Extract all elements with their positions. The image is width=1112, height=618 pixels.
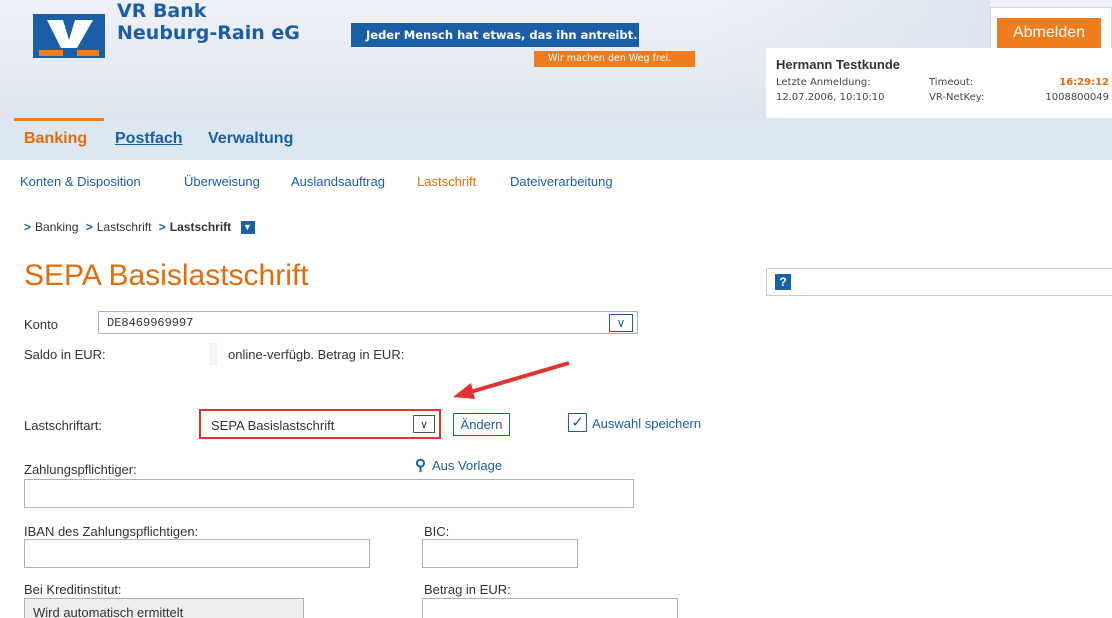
tab-postfach[interactable]: Postfach bbox=[115, 130, 183, 148]
last-login-label: Letzte Anmeldung: bbox=[776, 77, 871, 88]
user-name: Hermann Testkunde bbox=[776, 57, 901, 72]
kreditinstitut-field: Wird automatisch ermittelt bbox=[24, 598, 304, 618]
vr-bank-logo bbox=[33, 14, 105, 58]
iban-label: IBAN des Zahlungspflichtigen: bbox=[24, 524, 199, 539]
auswahl-speichern-label[interactable]: Auswahl speichern bbox=[592, 416, 701, 431]
saldo-label: Saldo in EUR: bbox=[24, 347, 106, 362]
slogan-banner: Jeder Mensch hat etwas, das ihn antreibt… bbox=[351, 23, 639, 47]
kreditinstitut-label: Bei Kreditinstitut: bbox=[24, 582, 122, 597]
breadcrumb-item-lastschrift[interactable]: Lastschrift bbox=[97, 220, 152, 234]
auswahl-speichern-checkbox[interactable]: ✓ bbox=[568, 413, 587, 432]
last-login-value: 12.07.2006, 10:10:10 bbox=[776, 92, 885, 103]
main-navigation: Banking Postfach Verwaltung bbox=[0, 118, 1112, 160]
saldo-value bbox=[209, 343, 217, 365]
chevron-down-icon[interactable]: ∨ bbox=[609, 314, 633, 332]
active-tab-indicator bbox=[14, 118, 104, 121]
logo-bar-left bbox=[39, 50, 63, 56]
netkey-value: 1008800049 bbox=[1045, 92, 1109, 103]
breadcrumb-dropdown-icon[interactable]: ▼ bbox=[240, 221, 255, 235]
header: VR Bank Neuburg-Rain eG Jeder Mensch hat… bbox=[0, 0, 1112, 118]
breadcrumb-arrow-icon: > bbox=[158, 220, 166, 234]
user-info-panel: Hermann Testkunde Letzte Anmeldung: 12.0… bbox=[766, 48, 1112, 118]
breadcrumb-arrow-icon: > bbox=[24, 220, 32, 234]
online-betrag-label: online-verfügb. Betrag in EUR: bbox=[228, 347, 405, 362]
timeout-value: 16:29:12 bbox=[1059, 77, 1109, 88]
aus-vorlage-label: Aus Vorlage bbox=[432, 458, 503, 473]
aus-vorlage-link[interactable]: ⚲ Aus Vorlage bbox=[415, 456, 502, 474]
slogan-sub-banner: Wir machen den Weg frei. bbox=[534, 51, 695, 67]
subnav-auslandsauftrag[interactable]: Auslandsauftrag bbox=[291, 174, 385, 189]
annotation-arrow-icon bbox=[453, 361, 570, 399]
betrag-input[interactable] bbox=[422, 598, 678, 618]
tab-verwaltung[interactable]: Verwaltung bbox=[208, 130, 293, 148]
konto-select[interactable]: DE8469969997 ∨ bbox=[98, 311, 638, 334]
help-icon[interactable]: ? bbox=[775, 274, 791, 290]
tab-banking[interactable]: Banking bbox=[24, 130, 87, 148]
breadcrumb-item-banking[interactable]: Banking bbox=[35, 220, 78, 234]
aendern-button[interactable]: Ändern bbox=[453, 413, 510, 436]
zahlungspflichtiger-input[interactable] bbox=[24, 479, 634, 508]
breadcrumb-arrow-icon: > bbox=[85, 220, 93, 234]
page-title: SEPA Basislastschrift bbox=[24, 259, 309, 292]
logout-button[interactable]: Abmelden bbox=[997, 18, 1101, 48]
bank-name-line2: Neuburg-Rain eG bbox=[117, 22, 300, 44]
search-icon: ⚲ bbox=[415, 457, 426, 474]
konto-label: Konto bbox=[24, 317, 58, 332]
chevron-down-icon[interactable]: ∨ bbox=[413, 415, 435, 433]
help-panel: ? bbox=[766, 268, 1112, 296]
bank-name-line1: VR Bank bbox=[117, 0, 207, 22]
lastschriftart-label: Lastschriftart: bbox=[24, 418, 103, 433]
iban-input[interactable] bbox=[24, 539, 370, 568]
breadcrumb-item-current: Lastschrift bbox=[169, 220, 232, 234]
netkey-label: VR-NetKey: bbox=[929, 92, 985, 103]
betrag-label: Betrag in EUR: bbox=[424, 582, 511, 597]
subnav-konten[interactable]: Konten & Disposition bbox=[20, 174, 141, 189]
subnav-ueberweisung[interactable]: Überweisung bbox=[184, 174, 260, 189]
sub-navigation: Konten & Disposition Überweisung Ausland… bbox=[0, 160, 1112, 202]
lastschriftart-value: SEPA Basislastschrift bbox=[211, 418, 335, 433]
subnav-dateiverarbeitung[interactable]: Dateiverarbeitung bbox=[510, 174, 613, 189]
konto-value: DE8469969997 bbox=[107, 316, 194, 330]
logo-bar-right bbox=[77, 50, 99, 56]
subnav-lastschrift[interactable]: Lastschrift bbox=[417, 174, 476, 189]
bic-input[interactable] bbox=[422, 539, 578, 568]
timeout-label: Timeout: bbox=[929, 77, 974, 88]
bic-label: BIC: bbox=[424, 524, 450, 539]
breadcrumb: > Banking > Lastschrift > Lastschrift ▼ bbox=[24, 220, 259, 235]
bank-name: VR Bank Neuburg-Rain eG bbox=[117, 0, 300, 44]
zahlungspflichtiger-label: Zahlungspflichtiger: bbox=[24, 462, 137, 477]
lastschriftart-select[interactable]: SEPA Basislastschrift ∨ bbox=[199, 409, 441, 439]
